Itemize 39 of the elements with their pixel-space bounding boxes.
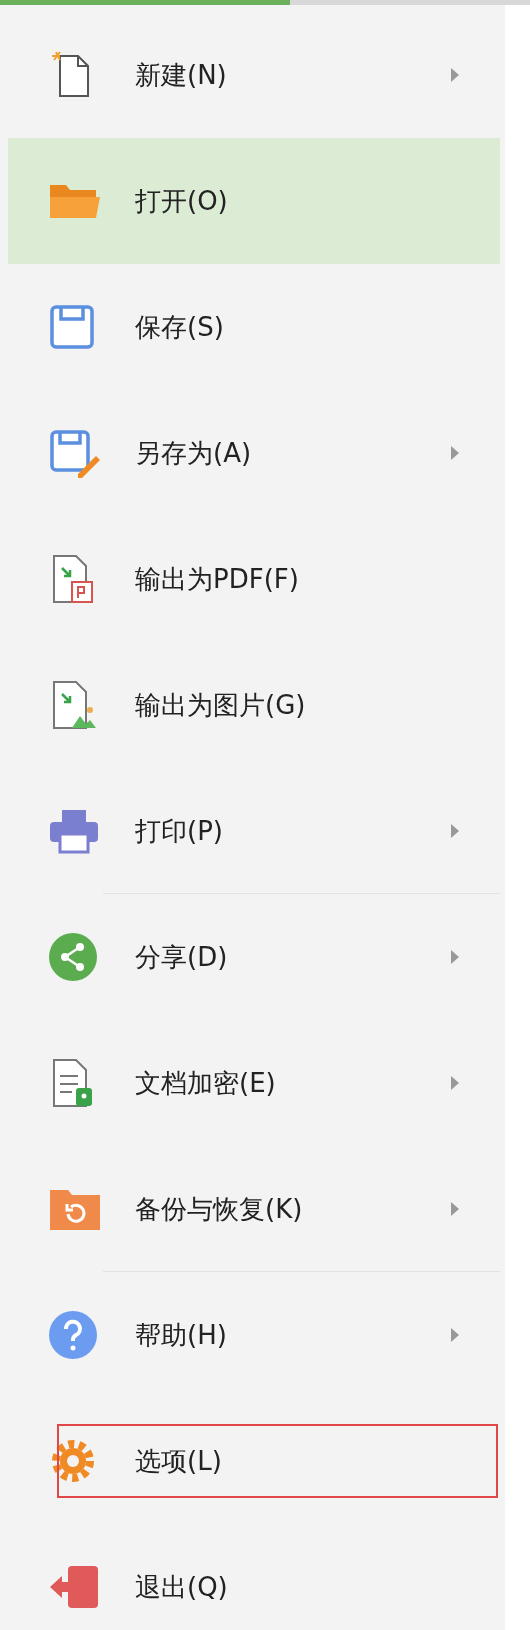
submenu-arrow-icon <box>450 1201 460 1217</box>
menu-item-label: 输出为PDF(F) <box>135 562 299 596</box>
menu-item-label: 保存(S) <box>135 310 224 344</box>
save-icon <box>48 303 96 351</box>
submenu-arrow-icon <box>450 1327 460 1343</box>
submenu-arrow-icon <box>450 445 460 461</box>
menu-item-label: 帮助(H) <box>135 1318 227 1352</box>
menu-item[interactable]: 打开(O) <box>8 138 500 264</box>
menu-item[interactable]: 分享(D) <box>8 894 500 1020</box>
menu-item[interactable]: 另存为(A) <box>8 390 500 516</box>
menu-item-label: 打印(P) <box>135 814 223 848</box>
menu-item[interactable]: 文档加密(E) <box>8 1020 500 1146</box>
menu-item[interactable]: 打印(P) <box>8 768 500 894</box>
submenu-arrow-icon <box>450 949 460 965</box>
menu-item[interactable]: 帮助(H) <box>8 1272 500 1398</box>
submenu-arrow-icon <box>450 67 460 83</box>
exit-icon <box>48 1564 100 1610</box>
menu-item[interactable]: 退出(Q) <box>8 1524 500 1630</box>
menu-item-label: 分享(D) <box>135 940 228 974</box>
share-icon <box>48 932 98 982</box>
menu-item[interactable]: 选项(L) <box>8 1398 500 1524</box>
menu-item-label: 退出(Q) <box>135 1570 228 1604</box>
menu-item[interactable]: 备份与恢复(K) <box>8 1146 500 1272</box>
menu-item-label: 选项(L) <box>135 1444 222 1478</box>
menu-item[interactable]: 输出为图片(G) <box>8 642 500 768</box>
menu-item-label: 文档加密(E) <box>135 1066 276 1100</box>
submenu-arrow-icon <box>450 1075 460 1091</box>
menu-item-label: 新建(N) <box>135 58 227 92</box>
save-as-icon <box>48 428 102 478</box>
menu-item[interactable]: 输出为PDF(F) <box>8 516 500 642</box>
menu-item-label: 备份与恢复(K) <box>135 1192 303 1226</box>
printer-icon <box>48 808 100 854</box>
menu-item[interactable]: 新建(N) <box>8 12 500 138</box>
menu-item-label: 打开(O) <box>135 184 228 218</box>
submenu-arrow-icon <box>450 823 460 839</box>
menu-item[interactable]: 保存(S) <box>8 264 500 390</box>
help-icon <box>48 1310 98 1360</box>
menu-item-label: 另存为(A) <box>135 436 252 470</box>
menu-item-label: 输出为图片(G) <box>135 688 306 722</box>
